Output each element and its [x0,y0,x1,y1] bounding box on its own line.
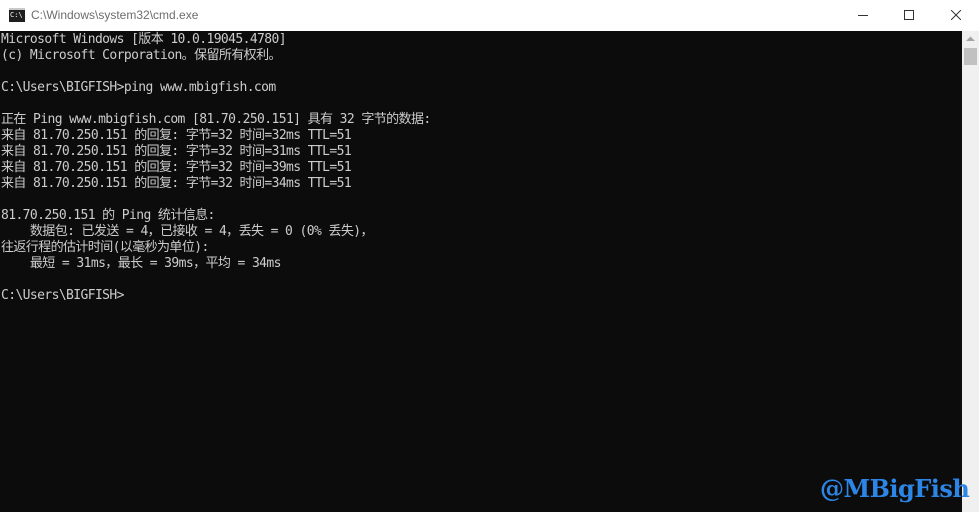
console-line: 来自 81.70.250.151 的回复: 字节=32 时间=39ms TTL=… [1,160,352,175]
watermark: @MBigFish [820,473,970,503]
maximize-icon [904,10,914,20]
console-output[interactable]: Microsoft Windows [版本 10.0.19045.4780] (c… [0,31,962,512]
minimize-button[interactable] [840,0,886,31]
scroll-up-button[interactable] [962,31,979,48]
console-line: (c) Microsoft Corporation。保留所有权利。 [1,48,281,63]
vertical-scrollbar[interactable] [962,31,979,512]
console-line: Microsoft Windows [版本 10.0.19045.4780] [1,32,287,47]
watermark-text: @MBigFish [820,473,970,503]
text-cursor [1,280,2,296]
console-line: 来自 81.70.250.151 的回复: 字节=32 时间=34ms TTL=… [1,176,352,191]
minimize-icon [858,15,868,16]
console-line: 来自 81.70.250.151 的回复: 字节=32 时间=32ms TTL=… [1,128,352,143]
cmd-console-icon[interactable] [9,8,25,22]
console-line: 最短 = 31ms，最长 = 39ms，平均 = 34ms [1,256,282,271]
console-line: 数据包: 已发送 = 4，已接收 = 4，丢失 = 0 (0% 丢失)， [1,224,374,239]
scroll-up-arrow-icon [966,36,975,41]
scroll-thumb[interactable] [964,48,977,65]
maximize-button[interactable] [886,0,932,31]
close-icon [951,10,961,20]
console-line: 81.70.250.151 的 Ping 统计信息: [1,208,215,223]
close-button[interactable] [933,0,979,31]
console-line: 正在 Ping www.mbigfish.com [81.70.250.151]… [1,112,431,127]
console-lines: Microsoft Windows [版本 10.0.19045.4780] (c… [1,32,431,304]
console-line: 来自 81.70.250.151 的回复: 字节=32 时间=31ms TTL=… [1,144,352,159]
console-line: C:\Users\BIGFISH>ping www.mbigfish.com [1,80,276,95]
console-line: 往返行程的估计时间(以毫秒为单位): [1,240,209,255]
cmd-window: C:\Windows\system32\cmd.exe Microsoft Wi… [0,0,979,512]
title-bar[interactable]: C:\Windows\system32\cmd.exe [0,0,979,31]
window-title: C:\Windows\system32\cmd.exe [31,8,199,22]
console-line: C:\Users\BIGFISH> [1,288,124,303]
